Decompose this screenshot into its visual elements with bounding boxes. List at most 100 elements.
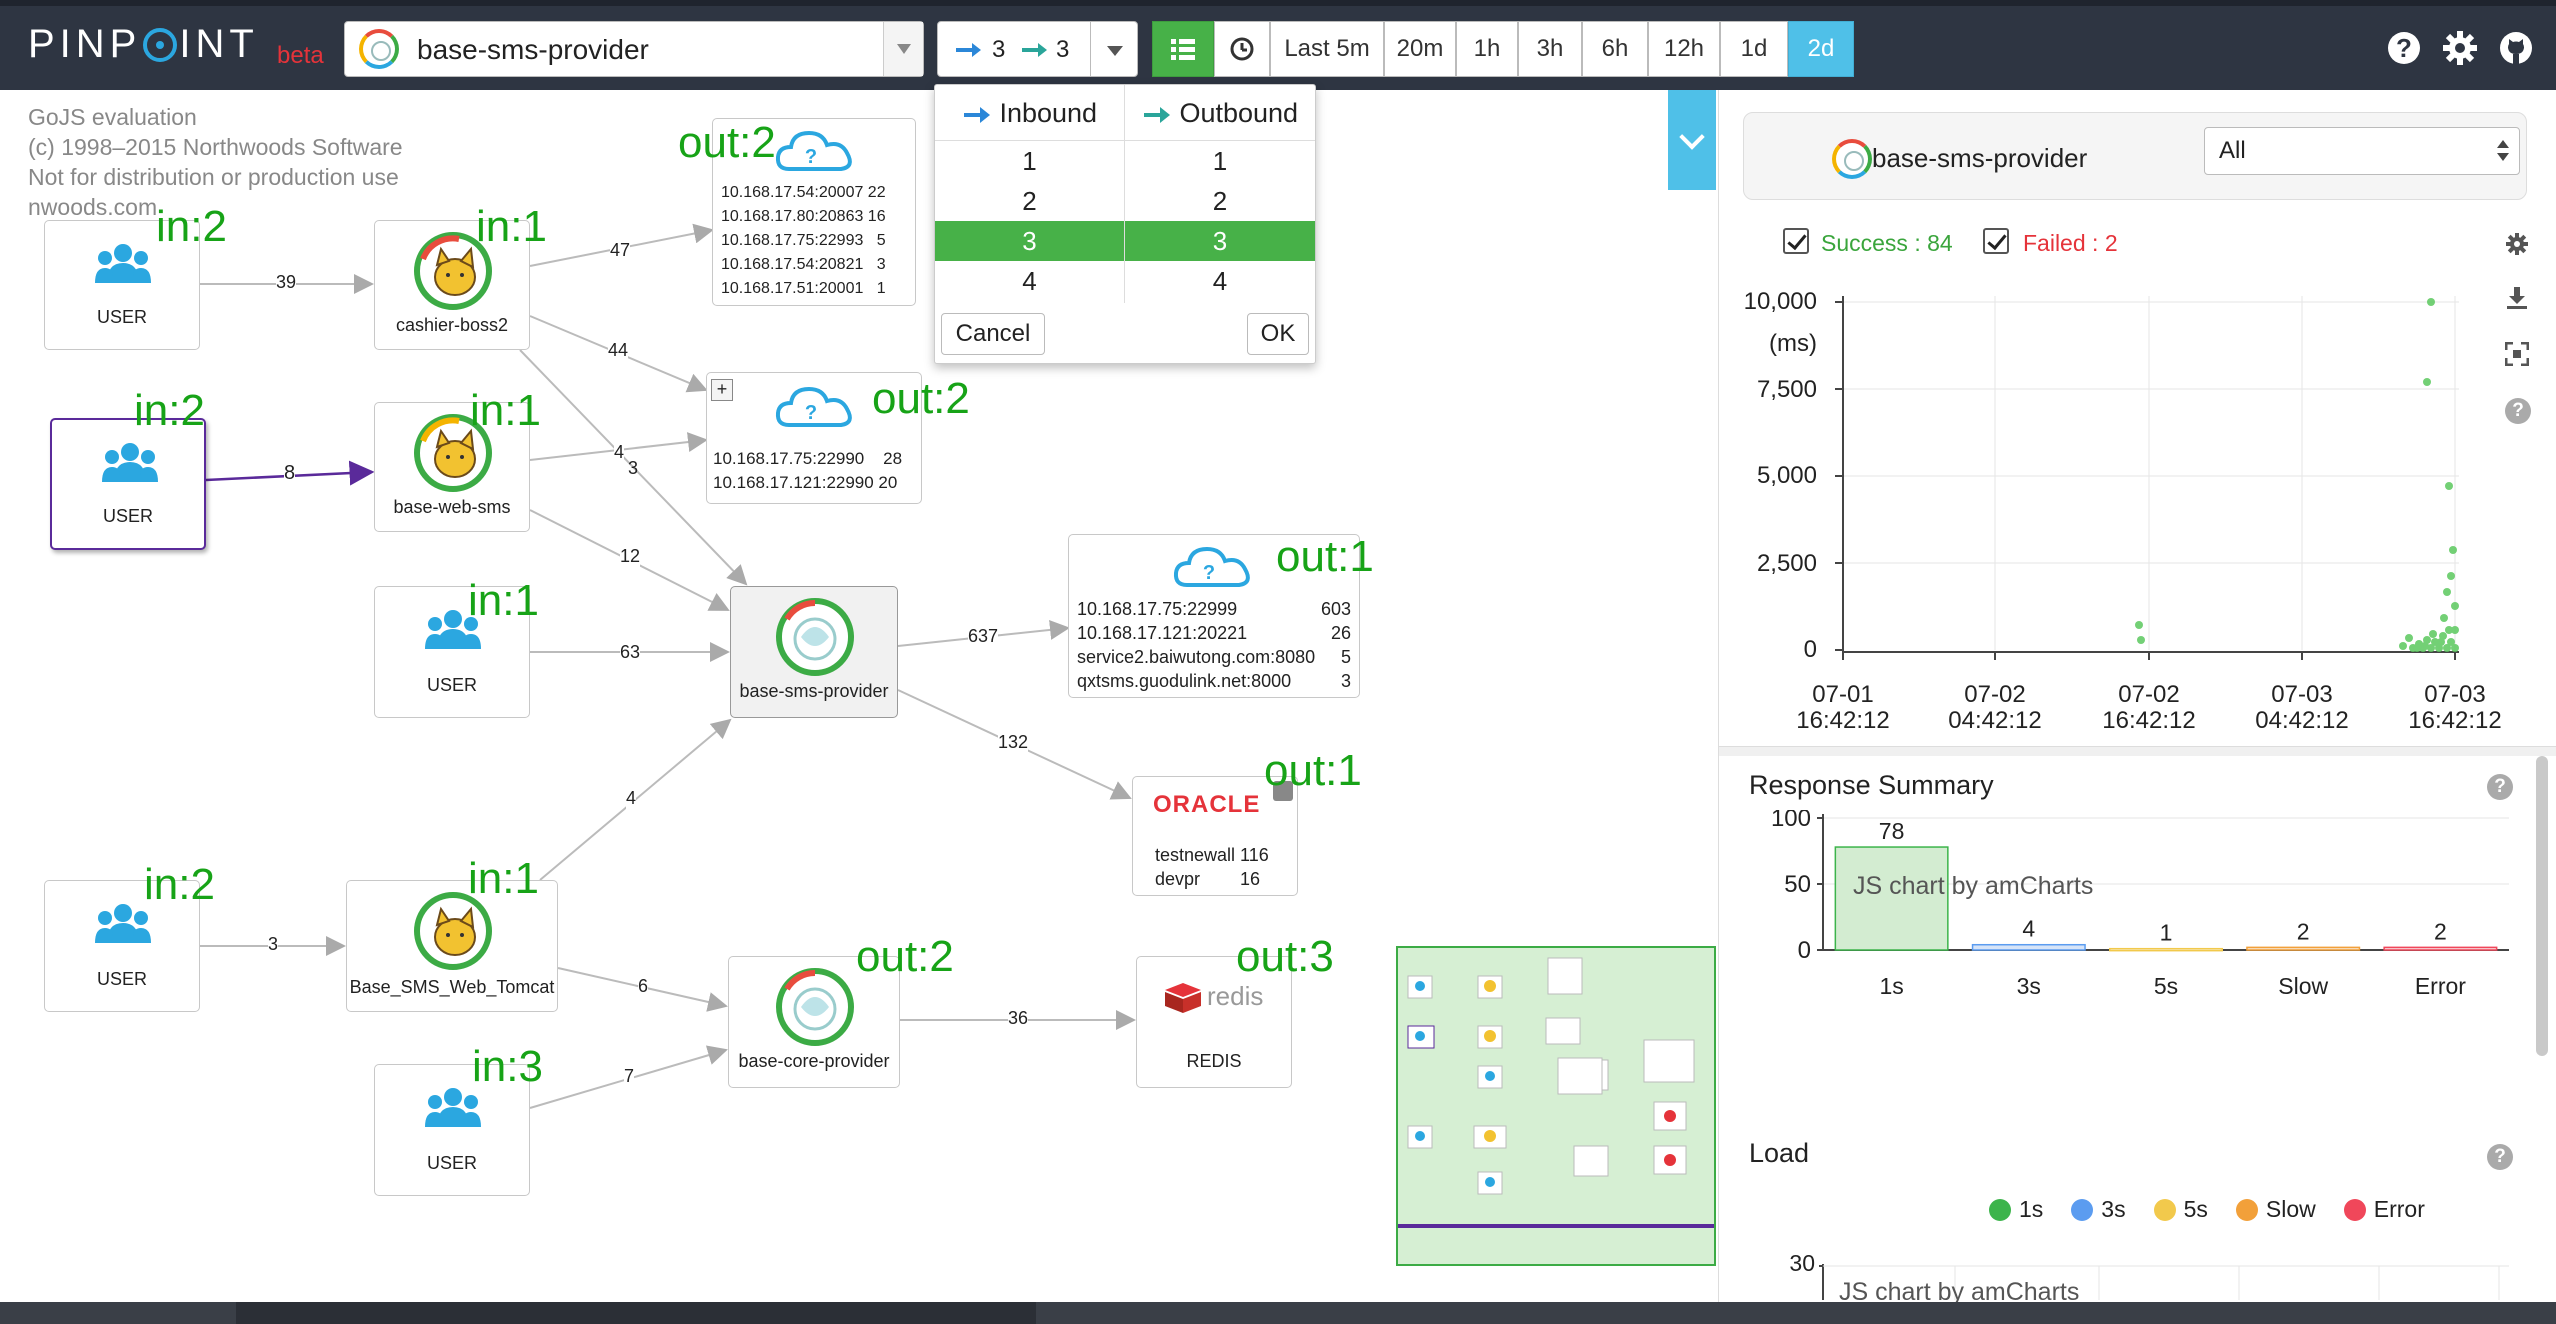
- legend-item-error[interactable]: Error: [2343, 1196, 2425, 1223]
- cloud-3-host: qxtsms.guodulink.net:8000: [1077, 671, 1292, 691]
- legend-dot-icon: [2071, 1199, 2094, 1221]
- outbound-option[interactable]: 4: [1125, 261, 1315, 301]
- edge-label: 4: [614, 442, 625, 463]
- node-label: USER: [102, 506, 153, 526]
- x-category-label: Error: [2415, 973, 2466, 999]
- y-tick-label: 50: [1784, 871, 1811, 898]
- legend-item-5s[interactable]: 5s: [2153, 1196, 2208, 1223]
- pinpoint-logo[interactable]: PINP INT: [28, 22, 259, 67]
- time-range-group: Last 5m 20m 1h 3h 6h 12h 1d 2d: [1152, 21, 1854, 77]
- bar-value-label: 2: [2434, 918, 2447, 944]
- legend-label: Error: [2373, 1196, 2425, 1222]
- spring-boot-icon: [776, 968, 854, 1046]
- inbound-option[interactable]: 4: [935, 261, 1124, 301]
- oracle-row: testnewall 116: [1155, 845, 1269, 865]
- edge-label: 47: [610, 240, 631, 261]
- annotation: in:2: [144, 860, 215, 909]
- redis-cube-icon: [1165, 983, 1201, 1013]
- y-tick-label: 100: [1771, 810, 1811, 832]
- legend-item-3s[interactable]: 3s: [2071, 1196, 2126, 1223]
- list-view-button[interactable]: [1152, 21, 1214, 77]
- cloud-2-row: 10.168.17.121:22990 20: [713, 473, 898, 492]
- help-icon[interactable]: ?: [2487, 774, 2513, 800]
- section-divider: [1719, 746, 2556, 756]
- panel-scrollbar[interactable]: [2536, 756, 2548, 1056]
- scatter-x-tick: 07-01 16:42:12: [1787, 682, 1899, 734]
- help-icon[interactable]: ?: [2487, 1144, 2513, 1170]
- range-12h[interactable]: 12h: [1648, 21, 1720, 77]
- depth-dropdown-toggle[interactable]: [1090, 21, 1138, 77]
- edge-label: 8: [284, 462, 296, 485]
- edge-label: 3: [268, 934, 279, 955]
- range-20m[interactable]: 20m: [1384, 21, 1456, 77]
- outbound-header-label: Outbound: [1179, 98, 1299, 128]
- outbound-depth-value: 3: [1056, 36, 1070, 63]
- bar-error[interactable]: [2383, 946, 2498, 951]
- range-1d[interactable]: 1d: [1720, 21, 1788, 77]
- legend-item-slow[interactable]: Slow: [2235, 1196, 2316, 1223]
- expand-plus-icon[interactable]: +: [711, 379, 733, 401]
- node-label: USER: [426, 1153, 477, 1173]
- load-title: Load: [1749, 1138, 1810, 1168]
- list-icon: [1171, 39, 1195, 60]
- node-label: USER: [96, 969, 147, 989]
- x-category-label: 1s: [1879, 973, 1903, 999]
- range-1h[interactable]: 1h: [1456, 21, 1518, 77]
- bar-value-label: 78: [1879, 818, 1905, 844]
- user-node-selected[interactable]: USER: [50, 418, 206, 550]
- annotation: out:2: [856, 932, 954, 981]
- range-6h[interactable]: 6h: [1582, 21, 1648, 77]
- bar-slow[interactable]: [2246, 946, 2361, 951]
- svg-text:?: ?: [805, 402, 817, 424]
- legend-label: 3s: [2101, 1196, 2126, 1222]
- edge-label: 44: [608, 340, 629, 361]
- legend-item-1s[interactable]: 1s: [1989, 1196, 2043, 1223]
- gear-icon[interactable]: [2442, 30, 2478, 66]
- users-icon: [95, 244, 151, 283]
- x-category-label: Slow: [2278, 973, 2328, 999]
- outbound-option[interactable]: 1: [1125, 141, 1315, 181]
- minimap-content: [1398, 957, 1714, 1228]
- chevron-down-icon[interactable]: [883, 22, 923, 76]
- bar-3s[interactable]: [1971, 943, 2086, 951]
- edge-label: 7: [624, 1066, 635, 1087]
- clock-button[interactable]: [1214, 21, 1270, 77]
- application-selector[interactable]: base-sms-provider: [344, 21, 924, 77]
- inbound-option[interactable]: 2: [935, 181, 1124, 221]
- window-bottom-edge: [0, 1302, 2556, 1324]
- cloud-2-row: 10.168.17.75:22990 28: [713, 449, 903, 468]
- depth-cancel-button[interactable]: Cancel: [941, 313, 1045, 355]
- outbound-column: Outbound 1 2 3 4: [1125, 85, 1315, 301]
- cloud-3-host: 10.168.17.121:20221: [1077, 623, 1248, 643]
- bar-5s[interactable]: [2108, 947, 2224, 952]
- inbound-arrow-icon: [956, 43, 981, 57]
- server-map-canvas[interactable]: GoJS evaluation (c) 1998–2015 Northwoods…: [0, 90, 1718, 1324]
- overview-minimap[interactable]: [1396, 946, 1716, 1266]
- collapse-panel-toggle[interactable]: [1668, 90, 1716, 190]
- edge-label: 4: [626, 788, 637, 809]
- range-2d[interactable]: 2d: [1788, 21, 1854, 77]
- outbound-arrow-icon: [1022, 43, 1047, 57]
- help-icon[interactable]: ?: [2386, 30, 2422, 66]
- outbound-option-selected[interactable]: 3: [1125, 221, 1315, 261]
- node-label: base-sms-provider: [739, 681, 889, 701]
- cloud-icon: ?: [1173, 546, 1250, 587]
- annotation: in:2: [156, 202, 227, 251]
- search-depth-button[interactable]: 3 3: [937, 21, 1091, 77]
- bar-value-label: 2: [2297, 918, 2310, 944]
- node-label: Base_SMS_Web_Tomcat: [349, 977, 555, 997]
- spring-node-base-sms-provider[interactable]: base-sms-provider: [730, 586, 898, 718]
- depth-ok-button[interactable]: OK: [1247, 313, 1309, 355]
- response-scatter-chart[interactable]: [1719, 90, 2556, 710]
- range-3h[interactable]: 3h: [1518, 21, 1582, 77]
- outbound-option[interactable]: 2: [1125, 181, 1315, 221]
- legend-label: 5s: [2183, 1196, 2208, 1222]
- oracle-row: devpr 16: [1155, 869, 1261, 889]
- github-icon[interactable]: [2498, 30, 2534, 66]
- inbound-header: Inbound: [935, 85, 1124, 141]
- response-summary-chart[interactable]: 0 50 100 78 1s 4 3s 1 5s 2 Slow 2 Error: [1719, 810, 2556, 1010]
- cloud-3-count: 603: [1320, 599, 1351, 619]
- range-last-5m[interactable]: Last 5m: [1270, 21, 1384, 77]
- inbound-option[interactable]: 1: [935, 141, 1124, 181]
- inbound-option-selected[interactable]: 3: [935, 221, 1124, 261]
